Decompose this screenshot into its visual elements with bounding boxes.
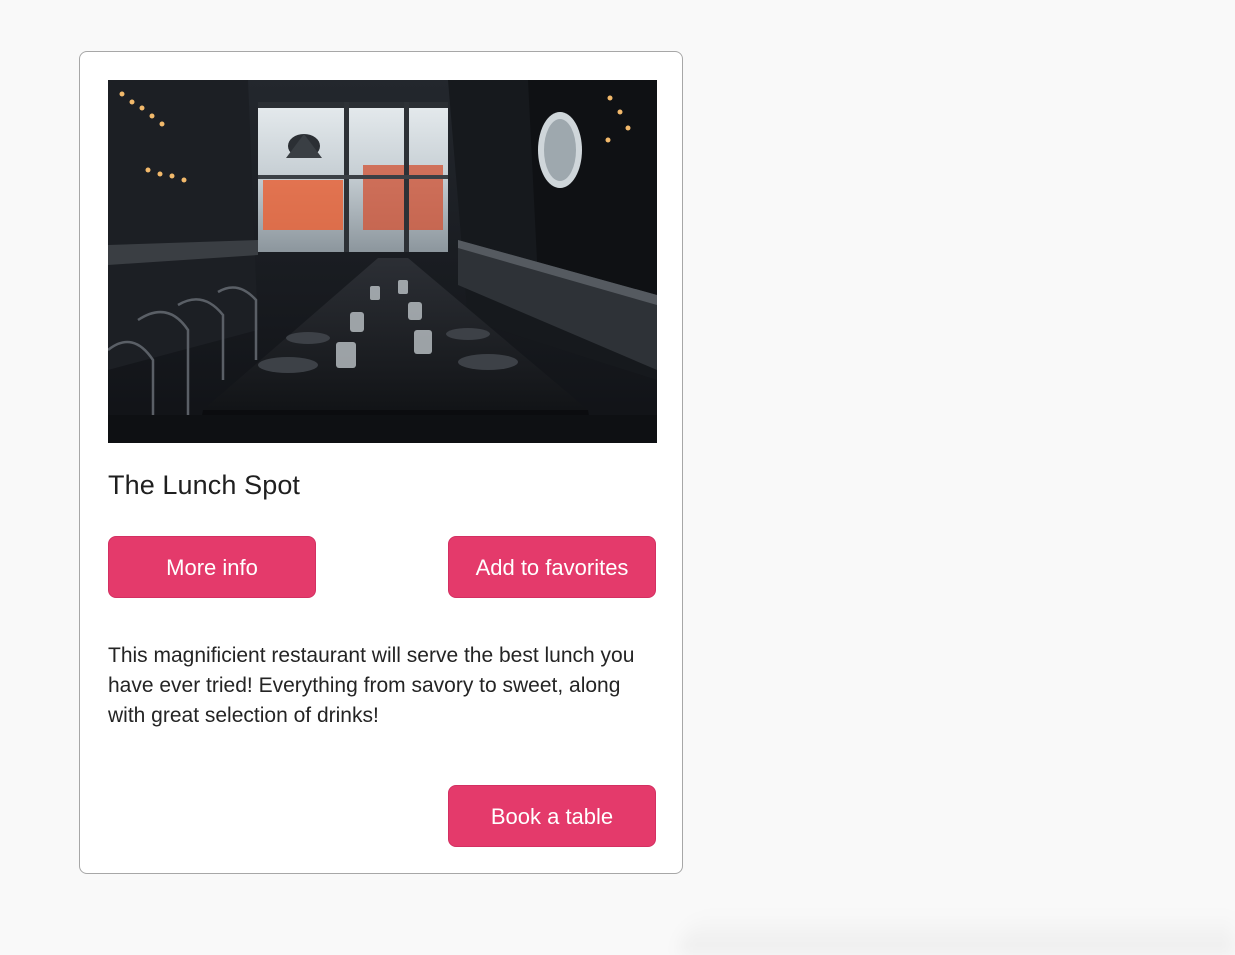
more-info-button[interactable]: More info: [108, 536, 316, 598]
add-to-favorites-button[interactable]: Add to favorites: [448, 536, 656, 598]
background-shadow: [680, 912, 1235, 955]
restaurant-title: The Lunch Spot: [108, 470, 301, 500]
book-table-button[interactable]: Book a table: [448, 785, 656, 847]
restaurant-photo: [108, 80, 657, 443]
restaurant-photo-illustration: [108, 80, 657, 443]
restaurant-card: The Lunch Spot More info Add to favorite…: [79, 51, 683, 874]
restaurant-description: This magnificient restaurant will serve …: [108, 644, 635, 727]
